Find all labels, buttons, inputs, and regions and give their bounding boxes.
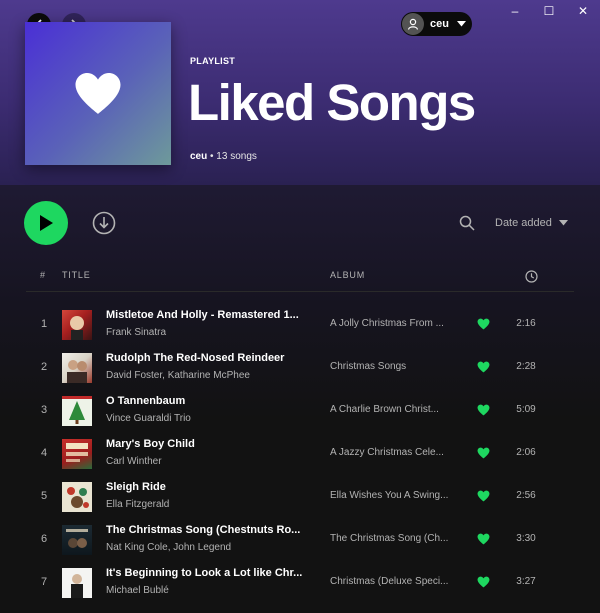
track-title[interactable]: Mistletoe And Holly - Remastered 1... <box>106 309 316 321</box>
track-album[interactable]: A Jazzy Christmas Cele... <box>330 447 458 458</box>
track-artist[interactable]: Ella Fitzgerald <box>106 499 316 510</box>
user-icon <box>407 18 419 30</box>
track-duration: 2:56 <box>516 490 536 501</box>
column-album[interactable]: ALBUM <box>330 270 365 280</box>
album-art <box>62 439 92 469</box>
track-title[interactable]: The Christmas Song (Chestnuts Ro... <box>106 524 316 536</box>
track-title[interactable]: It's Beginning to Look a Lot like Chr... <box>106 567 316 579</box>
header-divider <box>26 291 574 292</box>
caret-down-icon <box>456 21 466 27</box>
album-art-image <box>67 487 89 508</box>
minimize-button[interactable]: – <box>498 0 532 22</box>
track-number: 7 <box>40 576 48 588</box>
liked-heart-icon[interactable] <box>477 576 490 588</box>
table-row[interactable]: 5 Sleigh Ride Ella Fitzgerald Ella Wishe… <box>0 477 600 520</box>
table-row[interactable]: 2 Rudolph The Red-Nosed Reindeer David F… <box>0 348 600 391</box>
album-art-image <box>71 574 83 598</box>
album-art-image <box>66 529 88 548</box>
avatar <box>402 13 424 35</box>
table-row[interactable]: 1 Mistletoe And Holly - Remastered 1... … <box>0 305 600 348</box>
play-icon <box>40 215 53 231</box>
album-art-image <box>62 396 92 424</box>
playlist-type-label: PLAYLIST <box>190 56 236 66</box>
heart-icon <box>75 73 121 114</box>
track-title[interactable]: O Tannenbaum <box>106 395 316 407</box>
playlist-cover <box>25 22 171 165</box>
table-row[interactable]: 4 Mary's Boy Child Carl Winther A Jazzy … <box>0 434 600 477</box>
track-album[interactable]: Christmas Songs <box>330 361 458 372</box>
track-number: 1 <box>40 318 48 330</box>
column-title[interactable]: TITLE <box>62 270 91 280</box>
album-art <box>62 310 92 340</box>
track-title[interactable]: Rudolph The Red-Nosed Reindeer <box>106 352 316 364</box>
track-duration: 2:06 <box>516 447 536 458</box>
liked-heart-icon[interactable] <box>477 361 490 373</box>
user-menu[interactable]: ceu <box>401 12 472 36</box>
track-artist[interactable]: David Foster, Katharine McPhee <box>106 370 316 381</box>
close-button[interactable]: ✕ <box>566 0 600 22</box>
track-artist[interactable]: Michael Bublé <box>106 585 316 596</box>
column-number: # <box>40 270 46 280</box>
playlist-meta: ceu • 13 songs <box>190 151 257 162</box>
search-icon[interactable] <box>459 215 475 231</box>
track-duration: 2:28 <box>516 361 536 372</box>
album-art-image <box>66 443 88 462</box>
track-number: 2 <box>40 361 48 373</box>
track-number: 6 <box>40 533 48 545</box>
album-art-image <box>70 316 84 340</box>
album-art <box>62 353 92 383</box>
download-icon[interactable] <box>92 211 116 235</box>
caret-down-icon <box>558 220 568 226</box>
track-duration: 5:09 <box>516 404 536 415</box>
track-artist[interactable]: Carl Winther <box>106 456 316 467</box>
window-controls: – ☐ ✕ <box>498 0 600 22</box>
track-album[interactable]: A Charlie Brown Christ... <box>330 404 458 415</box>
liked-heart-icon[interactable] <box>477 404 490 416</box>
track-album[interactable]: A Jolly Christmas From ... <box>330 318 458 329</box>
liked-heart-icon[interactable] <box>477 447 490 459</box>
track-duration: 2:16 <box>516 318 536 329</box>
maximize-button[interactable]: ☐ <box>532 0 566 22</box>
page-title: Liked Songs <box>188 74 476 131</box>
song-count: • 13 songs <box>207 151 257 162</box>
liked-heart-icon[interactable] <box>477 318 490 330</box>
track-duration: 3:30 <box>516 533 536 544</box>
sort-label: Date added <box>495 217 552 229</box>
track-title[interactable]: Sleigh Ride <box>106 481 316 493</box>
table-row[interactable]: 6 The Christmas Song (Chestnuts Ro... Na… <box>0 520 600 563</box>
liked-heart-icon[interactable] <box>477 533 490 545</box>
album-art-image <box>67 360 87 383</box>
track-duration: 3:27 <box>516 576 536 587</box>
track-artist[interactable]: Vince Guaraldi Trio <box>106 413 316 424</box>
track-artist[interactable]: Frank Sinatra <box>106 327 316 338</box>
track-number: 4 <box>40 447 48 459</box>
track-number: 3 <box>40 404 48 416</box>
track-artist[interactable]: Nat King Cole, John Legend <box>106 542 316 553</box>
liked-heart-icon[interactable] <box>477 490 490 502</box>
album-art <box>62 525 92 555</box>
track-title[interactable]: Mary's Boy Child <box>106 438 316 450</box>
user-name: ceu <box>430 18 449 30</box>
table-row[interactable]: 3 O Tannenbaum Vince Guaraldi Trio A Cha… <box>0 391 600 434</box>
track-album[interactable]: Ella Wishes You A Swing... <box>330 490 458 501</box>
album-art <box>62 568 92 598</box>
track-album[interactable]: The Christmas Song (Ch... <box>330 533 458 544</box>
clock-icon[interactable] <box>525 270 538 283</box>
sort-dropdown[interactable]: Date added <box>495 217 568 229</box>
table-row[interactable]: 7 It's Beginning to Look a Lot like Chr.… <box>0 563 600 606</box>
play-button[interactable] <box>24 201 68 245</box>
album-art <box>62 396 92 426</box>
track-number: 5 <box>40 490 48 502</box>
album-art <box>62 482 92 512</box>
track-album[interactable]: Christmas (Deluxe Speci... <box>330 576 458 587</box>
owner-name[interactable]: ceu <box>190 151 207 162</box>
